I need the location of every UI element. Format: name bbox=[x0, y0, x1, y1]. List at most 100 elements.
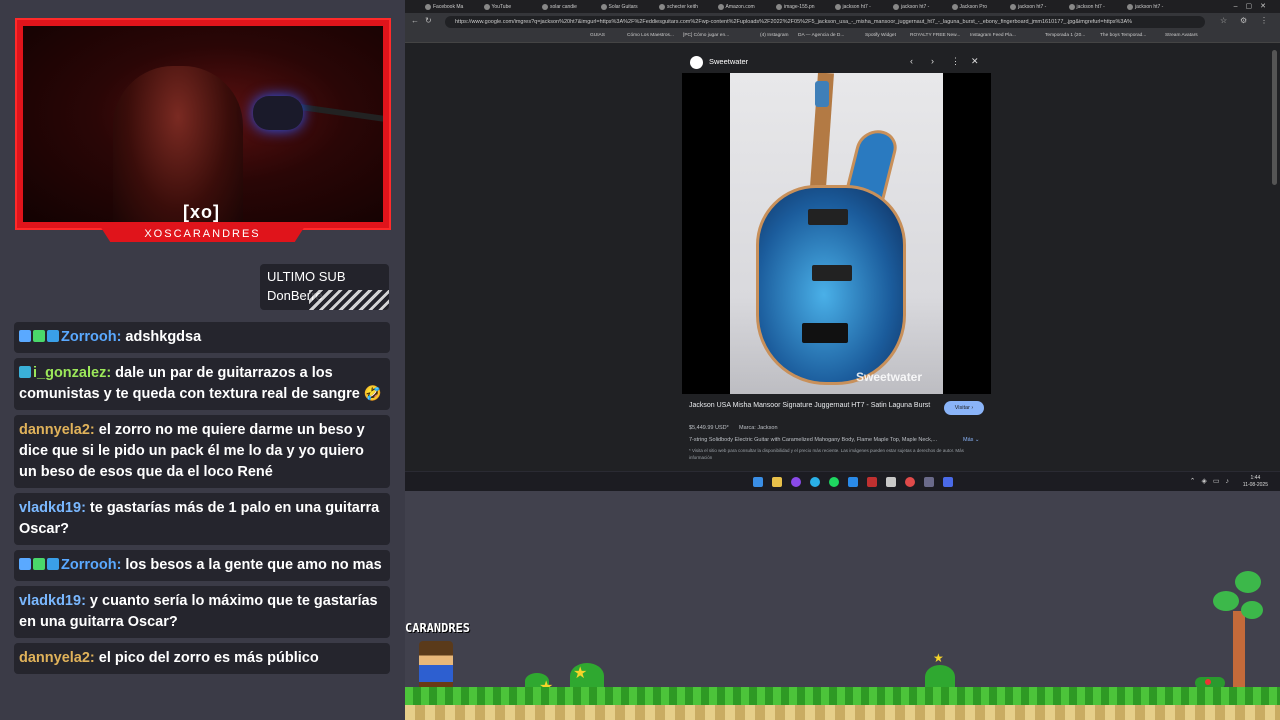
dirt-ground bbox=[405, 705, 1280, 720]
chat-username[interactable]: dannyela2: bbox=[19, 422, 95, 438]
browser-tab[interactable]: jackson ht7 - bbox=[1008, 2, 1064, 12]
browser-tab[interactable]: YouTube bbox=[482, 2, 538, 12]
bridge-pickup bbox=[812, 265, 852, 281]
app-icon[interactable] bbox=[867, 477, 877, 487]
browser-tab[interactable]: Amazon.com bbox=[716, 2, 772, 12]
app-icon[interactable] bbox=[848, 477, 858, 487]
image-watermark: Sweetwater bbox=[856, 370, 923, 384]
disclaimer-text: * Visita el sitio web para consultar la … bbox=[689, 448, 964, 460]
chat-username[interactable]: Zorrooh: bbox=[61, 329, 121, 345]
bookmark-item[interactable]: DA — Agencia de D... bbox=[798, 33, 844, 38]
back-icon[interactable]: ← bbox=[411, 16, 419, 25]
prev-image-icon[interactable]: ‹ bbox=[910, 56, 913, 66]
bookmark-item[interactable]: The boys Temporad... bbox=[1100, 33, 1146, 38]
bookmark-item[interactable]: [PC] Cómo jugar en... bbox=[683, 33, 729, 38]
window-controls[interactable]: –▢✕ bbox=[1234, 2, 1274, 10]
tab-favicon-icon bbox=[425, 4, 431, 10]
browser-tab[interactable]: jackson ht7 - bbox=[833, 2, 889, 12]
obs-icon[interactable] bbox=[924, 477, 934, 487]
visit-button[interactable]: Visitar › bbox=[944, 401, 984, 415]
chat-username[interactable]: vladkd19: bbox=[19, 500, 86, 516]
tab-label: jackson ht7 - bbox=[901, 4, 930, 10]
reload-icon[interactable]: ↻ bbox=[425, 16, 432, 25]
product-price: $5,449.99 USD* bbox=[689, 425, 729, 431]
chat-username[interactable]: vladkd19: bbox=[19, 593, 86, 609]
bookmark-item[interactable]: Spotify Widget bbox=[865, 33, 896, 38]
bookmark-item[interactable]: Cómo Los Maestros... bbox=[627, 33, 674, 38]
clock-date: 11-08-2025 bbox=[1242, 482, 1268, 488]
close-icon[interactable]: ✕ bbox=[971, 56, 979, 67]
app-icon[interactable] bbox=[886, 477, 896, 487]
browser-tab[interactable]: jackson ht7 - bbox=[891, 2, 947, 12]
sword-badge-icon bbox=[19, 330, 31, 342]
system-tray[interactable]: ⌃◈▭♪ bbox=[1190, 477, 1235, 485]
gem-badge-icon bbox=[33, 558, 45, 570]
discord-icon[interactable] bbox=[791, 477, 801, 487]
sword-badge-icon bbox=[19, 558, 31, 570]
chat-username[interactable]: dannyela2: bbox=[19, 650, 95, 666]
browser-tab[interactable]: image-155.pn bbox=[774, 2, 830, 12]
bush bbox=[925, 665, 955, 689]
source-logo-icon bbox=[690, 56, 703, 69]
tab-favicon-icon bbox=[1068, 4, 1075, 10]
tab-favicon-icon bbox=[893, 4, 899, 10]
page-scrollbar[interactable] bbox=[1272, 48, 1277, 468]
guitar-headstock bbox=[815, 81, 829, 107]
product-title[interactable]: Jackson USA Misha Mansoor Signature Jugg… bbox=[689, 401, 934, 411]
menu-icon[interactable]: ⋮ bbox=[1260, 16, 1268, 25]
last-sub-widget: ULTIMO SUB DonBerre bbox=[260, 264, 389, 310]
spotify-icon[interactable] bbox=[829, 477, 839, 487]
product-brand: Marca: Jackson bbox=[739, 425, 778, 431]
bookmark-item[interactable]: Temporada 1 (20... bbox=[1045, 33, 1085, 38]
player-name-tag: CARANDRES bbox=[405, 621, 471, 635]
browser-tab[interactable]: schecter keith bbox=[657, 2, 713, 12]
bookmark-item[interactable]: Stream Avatars bbox=[1165, 33, 1198, 38]
guitar-bridge bbox=[802, 323, 848, 343]
chat-message: vladkd19: y cuanto sería lo máximo que te… bbox=[14, 586, 390, 638]
desktop-capture: Facebook Ma YouTube solar candie Solar Guit… bbox=[405, 0, 1280, 491]
chat-username[interactable]: i_gonzalez: bbox=[33, 365, 111, 381]
taskbar-clock[interactable]: 1:44 11-08-2025 bbox=[1243, 475, 1268, 489]
chrome-icon[interactable] bbox=[905, 477, 915, 487]
streamer-name-plate: XOSCARANDRES bbox=[100, 226, 305, 242]
chat-message: i_gonzalez: dale un par de guitarrazos a … bbox=[14, 358, 390, 410]
bookmark-item[interactable]: Instagram Feed Pla... bbox=[970, 33, 1016, 38]
file-explorer-icon[interactable] bbox=[772, 477, 782, 487]
browser-tab[interactable]: Jackson Pro bbox=[950, 2, 1006, 12]
tab-favicon-icon bbox=[776, 4, 782, 10]
app-icon[interactable] bbox=[943, 477, 953, 487]
browser-tab[interactable]: jackson ht7 - bbox=[1125, 2, 1181, 12]
start-icon[interactable] bbox=[753, 477, 763, 487]
edge-icon[interactable] bbox=[810, 477, 820, 487]
preview-image[interactable]: Sweetwater bbox=[682, 73, 991, 394]
chat-username[interactable]: Zorrooh: bbox=[61, 557, 121, 573]
mic-arm bbox=[293, 103, 383, 123]
source-name[interactable]: Sweetwater bbox=[709, 57, 748, 66]
tree-leaf bbox=[1235, 571, 1261, 593]
browser-tab[interactable]: jackson ht7 - bbox=[1067, 2, 1123, 12]
tab-label: Amazon.com bbox=[725, 4, 755, 10]
extensions-icon[interactable]: ⚙ bbox=[1240, 16, 1247, 25]
next-image-icon[interactable]: › bbox=[931, 56, 934, 66]
guitar-photo: Sweetwater bbox=[730, 73, 943, 394]
star-icon: ★ bbox=[573, 665, 588, 682]
bookmark-item[interactable]: ROYALTY FREE New... bbox=[910, 33, 960, 38]
tree-leaf bbox=[1241, 601, 1263, 619]
tab-label: YouTube bbox=[491, 4, 512, 10]
grass-ground bbox=[405, 687, 1280, 705]
grid-badge-icon bbox=[19, 366, 31, 378]
scrollbar-thumb[interactable] bbox=[1272, 50, 1277, 185]
more-options-icon[interactable]: ⋮ bbox=[951, 56, 960, 67]
bookmark-item[interactable]: (4) Instagram bbox=[760, 33, 789, 38]
browser-tab[interactable]: Solar Guitars bbox=[599, 2, 655, 12]
chat-message: dannyela2: el zorro no me quiere darme un… bbox=[14, 415, 390, 488]
browser-tab[interactable]: Facebook Ma bbox=[423, 2, 479, 12]
bookmark-star-icon[interactable]: ☆ bbox=[1220, 16, 1227, 25]
browser-tab[interactable]: solar candie bbox=[540, 2, 596, 12]
more-link[interactable]: Más ⌄ bbox=[963, 437, 980, 443]
bookmark-item[interactable]: GUIAS bbox=[590, 33, 605, 38]
tab-favicon-icon bbox=[600, 4, 607, 10]
address-input[interactable]: https://www.google.com/imgres?q=jackson%… bbox=[445, 16, 1205, 28]
webcam-frame: [xo] bbox=[15, 18, 391, 230]
webcam-feed: [xo] bbox=[23, 26, 383, 222]
